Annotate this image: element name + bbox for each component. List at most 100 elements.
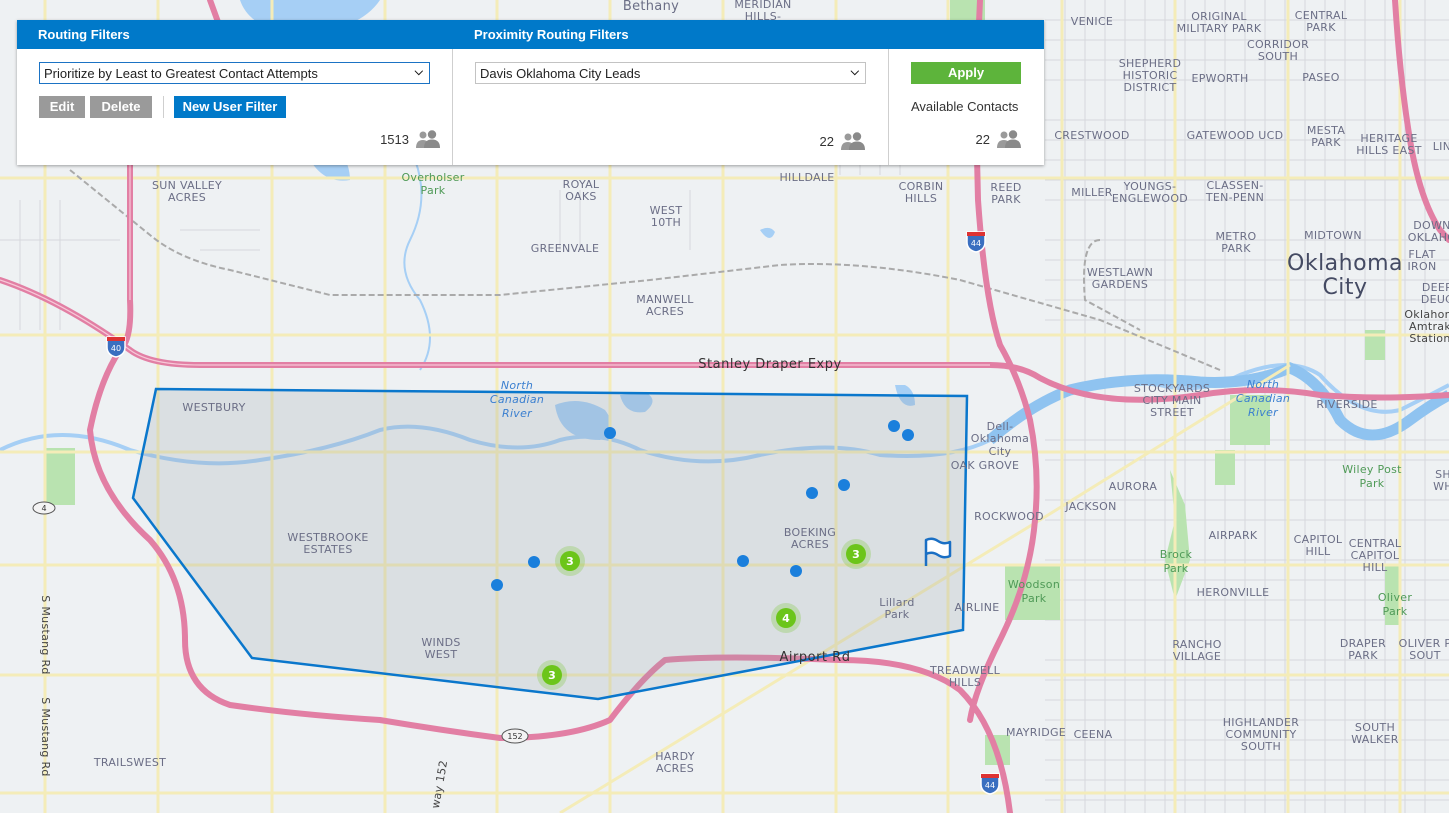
svg-text:4: 4	[41, 504, 46, 513]
svg-text:152: 152	[507, 732, 522, 741]
svg-text:AIRLINE: AIRLINE	[954, 601, 999, 614]
svg-text:Park: Park	[885, 608, 910, 621]
svg-text:PARK: PARK	[1311, 136, 1341, 149]
svg-text:ACRES: ACRES	[646, 305, 684, 318]
routing-filter-selected-value: Prioritize by Least to Greatest Contact …	[44, 66, 318, 81]
contact-cluster[interactable]: 3	[841, 539, 871, 569]
svg-text:HILLS EAST: HILLS EAST	[1356, 144, 1421, 157]
svg-text:SOUT: SOUT	[1409, 649, 1441, 662]
svg-text:SOUTH: SOUTH	[1258, 50, 1298, 63]
state-route-4-shield: 4	[32, 501, 56, 515]
svg-text:OAK GROVE: OAK GROVE	[951, 459, 1020, 472]
contact-marker[interactable]	[737, 555, 749, 567]
svg-text:TEN-PENN: TEN-PENN	[1205, 191, 1264, 204]
new-user-filter-button[interactable]: New User Filter	[174, 96, 286, 118]
svg-text:GREENVALE: GREENVALE	[531, 242, 599, 255]
svg-text:Overholser: Overholser	[401, 171, 464, 184]
contact-marker[interactable]	[806, 487, 818, 499]
routing-filter-count-value: 1513	[380, 131, 409, 147]
contact-marker[interactable]	[790, 565, 802, 577]
contact-marker[interactable]	[838, 479, 850, 491]
contact-marker[interactable]	[902, 429, 914, 441]
svg-text:STREET: STREET	[1150, 406, 1194, 419]
svg-text:Stanley Draper Expy: Stanley Draper Expy	[698, 357, 841, 372]
svg-text:City: City	[989, 445, 1012, 458]
svg-text:GARDENS: GARDENS	[1092, 278, 1148, 291]
interstate-44-shield: 44	[966, 231, 986, 253]
svg-text:OAKS: OAKS	[565, 190, 596, 203]
routing-filter-select[interactable]: Prioritize by Least to Greatest Contact …	[39, 62, 430, 84]
svg-text:WESTBURY: WESTBURY	[182, 401, 245, 414]
proximity-filter-select[interactable]: Davis Oklahoma City Leads ⌵	[475, 62, 866, 84]
svg-text:OKLAHO: OKLAHO	[1408, 231, 1449, 244]
state-route-152-shield: 152	[501, 728, 529, 744]
svg-text:VENICE: VENICE	[1071, 15, 1113, 28]
svg-text:Canadian: Canadian	[1236, 392, 1290, 405]
svg-text:10TH: 10TH	[651, 216, 681, 229]
svg-text:EPWORTH: EPWORTH	[1191, 72, 1248, 85]
contact-cluster[interactable]: 3	[537, 660, 567, 690]
delete-filter-button[interactable]: Delete	[90, 96, 152, 118]
contact-marker[interactable]	[888, 420, 900, 432]
svg-text:Oklahoma: Oklahoma	[971, 432, 1029, 445]
svg-text:ACRES: ACRES	[656, 762, 694, 775]
available-contacts-label: Available Contacts	[911, 99, 1019, 114]
svg-text:Brock: Brock	[1160, 548, 1193, 561]
svg-text:MAYRIDGE: MAYRIDGE	[1006, 726, 1066, 739]
contact-marker[interactable]	[491, 579, 503, 591]
people-icon	[416, 130, 440, 148]
people-icon	[841, 132, 865, 150]
svg-text:Oliver: Oliver	[1378, 591, 1413, 604]
svg-text:ROCKWOOD: ROCKWOOD	[974, 510, 1044, 523]
available-contacts-count-value: 22	[975, 131, 990, 147]
svg-text:TRAILSWEST: TRAILSWEST	[93, 756, 166, 769]
svg-text:Park: Park	[1383, 605, 1408, 618]
contact-marker[interactable]	[528, 556, 540, 568]
people-icon	[997, 130, 1021, 148]
column-divider	[452, 49, 453, 165]
panel-header: Routing Filters Proximity Routing Filter…	[17, 20, 1044, 49]
proximity-filter-selected-value: Davis Oklahoma City Leads	[480, 66, 641, 81]
button-separator	[163, 96, 164, 118]
svg-text:Park: Park	[1360, 477, 1385, 490]
svg-text:Station: Station	[1409, 332, 1449, 345]
svg-text:WALKER: WALKER	[1351, 733, 1399, 746]
cluster-count: 4	[782, 612, 790, 625]
contact-cluster[interactable]: 3	[555, 546, 585, 576]
svg-text:MILLER: MILLER	[1071, 186, 1112, 199]
available-contacts-count: 22	[976, 130, 1022, 148]
svg-text:44: 44	[985, 781, 995, 790]
svg-text:MIDTOWN: MIDTOWN	[1304, 229, 1362, 242]
svg-text:GATEWOOD UCD: GATEWOOD UCD	[1187, 129, 1284, 142]
edit-filter-button[interactable]: Edit	[39, 96, 85, 118]
svg-text:Canadian: Canadian	[490, 393, 544, 406]
svg-text:HILL: HILL	[1306, 545, 1332, 558]
contact-cluster[interactable]: 4	[771, 603, 801, 633]
svg-text:ENGLEWOOD: ENGLEWOOD	[1112, 192, 1188, 205]
contact-marker[interactable]	[604, 427, 616, 439]
svg-text:AURORA: AURORA	[1109, 480, 1158, 493]
svg-text:Bethany: Bethany	[623, 0, 679, 14]
apply-button[interactable]: Apply	[911, 62, 1021, 84]
svg-text:JACKSON: JACKSON	[1064, 500, 1116, 513]
svg-text:DISTRICT: DISTRICT	[1123, 81, 1176, 94]
svg-text:North: North	[501, 379, 533, 392]
svg-text:AIRPARK: AIRPARK	[1209, 529, 1258, 542]
routing-filter-panel: Routing Filters Proximity Routing Filter…	[17, 20, 1044, 165]
svg-text:North: North	[1247, 378, 1279, 391]
svg-text:RIVERSIDE: RIVERSIDE	[1316, 398, 1377, 411]
svg-text:HILL: HILL	[1363, 561, 1389, 574]
svg-text:Woodson: Woodson	[1008, 578, 1060, 591]
svg-text:VILLAGE: VILLAGE	[1173, 650, 1221, 663]
svg-text:ACRES: ACRES	[168, 191, 206, 204]
svg-text:LIN: LIN	[1433, 140, 1449, 153]
cluster-count: 3	[548, 669, 556, 682]
svg-text:Park: Park	[1164, 562, 1189, 575]
svg-text:S Mustang Rd: S Mustang Rd	[39, 697, 52, 776]
svg-text:PARK: PARK	[991, 193, 1021, 206]
svg-text:ESTATES: ESTATES	[303, 543, 352, 556]
svg-text:CRESTWOOD: CRESTWOOD	[1054, 129, 1129, 142]
svg-text:River: River	[1248, 406, 1279, 419]
svg-text:City: City	[1322, 275, 1367, 300]
svg-text:PASEO: PASEO	[1302, 71, 1340, 84]
